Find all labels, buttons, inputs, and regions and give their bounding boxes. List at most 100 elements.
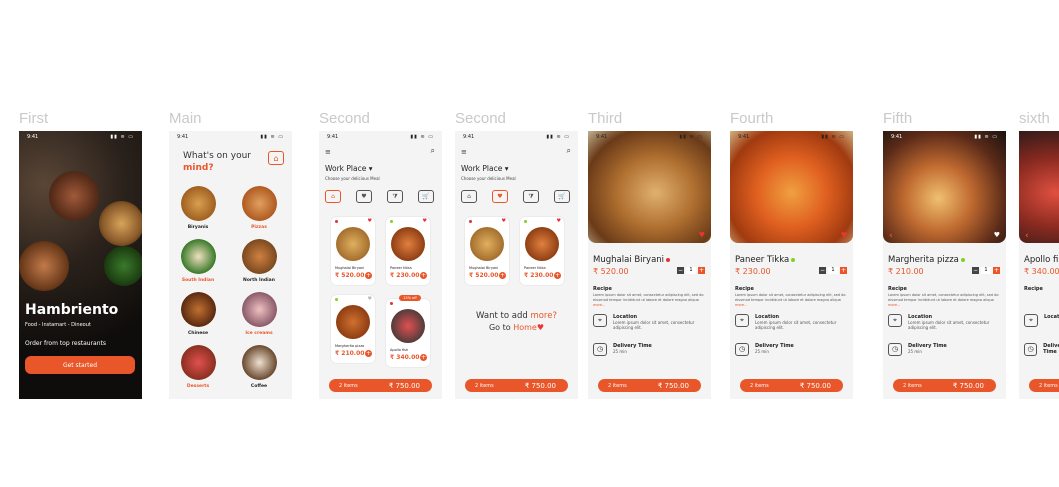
home-icon[interactable]: ⌂ — [268, 151, 284, 165]
category-north-indian[interactable]: North Indian — [239, 239, 279, 283]
back-icon[interactable]: ‹ — [1025, 231, 1029, 241]
search-icon[interactable]: ⌕ — [567, 146, 571, 156]
category-label: Biryanis — [187, 225, 209, 230]
status-icons: ▮▮ ≋ ▭ — [821, 134, 845, 140]
nonveg-indicator — [390, 302, 393, 305]
home-filter-icon[interactable]: ⌂ — [325, 190, 341, 203]
category-south-indian[interactable]: South Indian — [178, 239, 218, 283]
category-ice-creams[interactable]: Ice creams — [239, 292, 279, 336]
location-selector[interactable]: Work Place ▾ — [325, 164, 372, 173]
status-icons: ▮▮ ≋ ▭ — [410, 134, 434, 140]
category-biryanis[interactable]: Biryanis — [178, 186, 218, 230]
menu-icon[interactable]: ≡ — [325, 148, 332, 156]
add-button[interactable]: + — [365, 350, 372, 357]
more-link[interactable]: more... — [888, 303, 900, 307]
food-hero-image — [730, 131, 853, 243]
food-photo — [19, 241, 69, 291]
cart-bar[interactable]: 2 items ₹ 750.00 — [465, 379, 568, 392]
cart-items: 2 items — [750, 382, 769, 389]
add-button[interactable]: + — [420, 272, 427, 279]
veg-indicator — [791, 257, 796, 262]
heart-icon[interactable]: ♥ — [557, 218, 561, 224]
food-price: ₹ 230.00 — [735, 267, 771, 276]
add-button[interactable]: + — [499, 272, 506, 279]
back-icon[interactable]: ‹ — [889, 231, 893, 241]
heart-icon[interactable]: ♥ — [423, 218, 427, 224]
search-icon[interactable]: ⌕ — [431, 146, 435, 156]
heart-icon[interactable]: ♥ — [368, 296, 372, 302]
cart-filter-icon[interactable]: 🛒 — [554, 190, 570, 203]
heart-icon[interactable]: ♥ — [699, 231, 705, 239]
category-desserts[interactable]: Desserts — [178, 345, 218, 389]
category-coffee[interactable]: Coffee — [239, 345, 279, 389]
go-home-prompt: Go to Home♥ — [455, 323, 578, 332]
food-card[interactable]: ♥ Margherita pizza ₹ 210.00 + — [331, 295, 375, 363]
food-name: Mughalai Biryani — [335, 266, 365, 270]
heart-filter-icon[interactable]: ♥ — [492, 190, 508, 203]
status-icons: ▮▮ ≋ ▭ — [260, 134, 284, 140]
heart-icon[interactable]: ♥ — [841, 231, 847, 239]
category-chinese[interactable]: Chinese — [178, 292, 218, 336]
location-selector[interactable]: Work Place ▾ — [461, 164, 508, 173]
increase-button[interactable]: + — [993, 267, 1000, 274]
cart-bar[interactable]: 2 items — [1029, 379, 1059, 392]
status-bar: 9:41 ▮▮ ≋ ▭ — [596, 134, 703, 142]
status-bar: 9:41 ▮▮ ≋ ▭ — [463, 134, 570, 142]
home-link[interactable]: Home — [513, 323, 537, 332]
heart-icon[interactable]: ♥ — [994, 231, 1000, 239]
cart-total: ₹ 750.00 — [799, 381, 831, 390]
food-hero-image — [883, 131, 1006, 243]
recipe-text: Lorem ipsum dolor sit amet, consectetur … — [888, 293, 1002, 308]
food-card[interactable]: Apollo fish ₹ 340.00 + — [386, 299, 430, 367]
clock-icon: ◷ — [593, 343, 607, 356]
heart-icon[interactable]: ♥ — [368, 218, 372, 224]
status-bar: 9:41 ▮▮ ≋ ▭ — [891, 134, 998, 142]
get-started-button[interactable]: Get started — [25, 356, 135, 374]
cart-bar[interactable]: 2 items ₹ 750.00 — [740, 379, 843, 392]
add-more-prompt: Want to add more? — [455, 311, 578, 321]
decrease-button[interactable]: − — [677, 267, 684, 274]
category-pizzas[interactable]: Pizzas — [239, 186, 279, 230]
cart-bar[interactable]: 2 items ₹ 750.00 — [893, 379, 996, 392]
status-bar: 9:41 ▮▮ ≋ ▭ — [27, 134, 134, 142]
home-filter-icon[interactable]: ⌂ — [461, 190, 477, 203]
status-bar: 9:41 ▮▮ ≋ ▭ — [738, 134, 845, 142]
location-heading: Location — [1044, 314, 1059, 320]
decrease-button[interactable]: − — [819, 267, 826, 274]
category-image — [180, 186, 216, 221]
more-link[interactable]: more... — [735, 303, 747, 307]
status-time: 9:41 — [327, 134, 339, 140]
more-link[interactable]: more... — [593, 303, 605, 307]
screen-second-favorites: 9:41 ▮▮ ≋ ▭ ≡ ⌕ Work Place ▾ Choose your … — [455, 131, 578, 399]
food-name: Paneer tikka — [390, 266, 412, 270]
decrease-button[interactable]: − — [972, 267, 979, 274]
increase-button[interactable]: + — [840, 267, 847, 274]
food-card[interactable]: ♥ Mughalai Biryani ₹ 520.00 + — [465, 217, 509, 285]
recipe-body: Lorem ipsum dolor sit amet, consectetur … — [888, 293, 999, 302]
food-photo — [49, 171, 99, 221]
cart-bar[interactable]: 2 items ₹ 750.00 — [598, 379, 701, 392]
add-button[interactable]: + — [420, 354, 427, 361]
nonveg-indicator — [469, 220, 472, 223]
food-card[interactable]: ♥ Mughalai Biryani ₹ 520.00 + — [331, 217, 375, 285]
status-icons: ▮▮ ≋ ▭ — [974, 134, 998, 140]
category-image — [241, 345, 277, 380]
funnel-filter-icon[interactable]: ⧩ — [387, 190, 403, 203]
cart-bar[interactable]: 2 items ₹ 750.00 — [329, 379, 432, 392]
menu-icon[interactable]: ≡ — [461, 148, 468, 156]
heart-icon[interactable]: ♥ — [502, 218, 506, 224]
food-image — [336, 227, 370, 261]
heart-filter-icon[interactable]: ♥ — [356, 190, 372, 203]
add-button[interactable]: + — [554, 272, 561, 279]
location-pin-icon: ⌖ — [888, 314, 902, 327]
food-card[interactable]: ♥ Paneer tikka ₹ 230.00 + — [520, 217, 564, 285]
increase-button[interactable]: + — [698, 267, 705, 274]
filter-bar: ⌂ ♥ ⧩ 🛒 — [461, 190, 570, 203]
funnel-filter-icon[interactable]: ⧩ — [523, 190, 539, 203]
location-pin-icon: ⌖ — [1024, 314, 1038, 327]
veg-indicator — [960, 257, 965, 262]
add-button[interactable]: + — [365, 272, 372, 279]
food-card[interactable]: ♥ Paneer tikka ₹ 230.00 + — [386, 217, 430, 285]
veg-indicator — [390, 220, 393, 223]
cart-filter-icon[interactable]: 🛒 — [418, 190, 434, 203]
